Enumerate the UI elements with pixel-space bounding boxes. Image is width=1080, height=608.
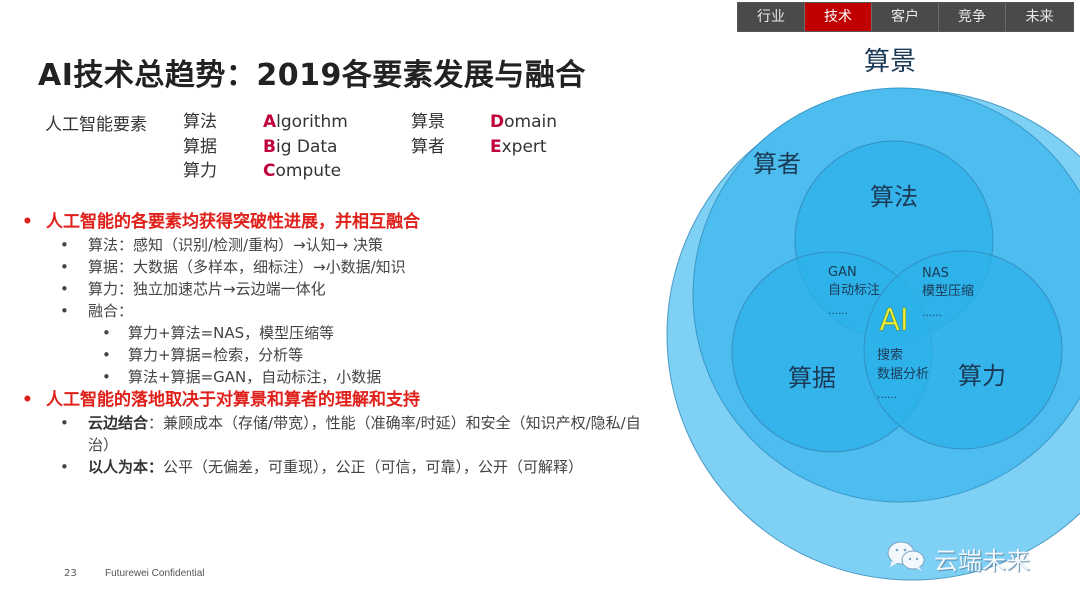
overlap-search-line3: …… <box>877 390 897 401</box>
element-rest: omain <box>504 112 558 132</box>
elements-label: 人工智能要素 <box>45 115 147 135</box>
confidential-label: Futurewei Confidential <box>105 568 205 579</box>
list-item: 以人为本：公平（无偏差，可重现），公正（可信，可靠），公开（可解释） <box>22 456 662 478</box>
center-ai-label: AI <box>879 303 908 338</box>
sub-list-item: 算力+算法=NAS，模型压缩等 <box>22 322 662 344</box>
nav-tab-future[interactable]: 未来 <box>1006 3 1073 31</box>
label-data: 算据 <box>788 364 836 392</box>
list-item: 算据：大数据（多样本，细标注）→小数据/知识 <box>22 256 662 278</box>
label-expert: 算者 <box>753 150 801 178</box>
label-compute: 算力 <box>958 362 1006 390</box>
elements-right-cn: 算景 算者 <box>411 110 445 159</box>
page-number: 23 <box>64 568 77 579</box>
overlap-nas-line2: 模型压缩 <box>922 283 974 299</box>
element-en: Expert <box>490 135 557 160</box>
slide-title: AI技术总趋势：2019各要素发展与融合 <box>38 58 586 93</box>
list-item: 云边结合：兼顾成本（存储/带宽），性能（准确率/时延）和安全（知识产权/隐私/自… <box>22 412 662 456</box>
item-text: 公平（无偏差，可重现），公正（可信，可靠），公开（可解释） <box>163 458 584 476</box>
overlap-gan-line2: 自动标注 <box>828 283 880 298</box>
overlap-gan-line3: …… <box>828 306 848 317</box>
nav-tab-industry[interactable]: 行业 <box>738 3 805 31</box>
element-initial: D <box>490 112 505 132</box>
top-nav: 行业 技术 客户 竞争 未来 <box>737 2 1074 32</box>
overlap-search-line2: 数据分析 <box>877 367 929 382</box>
element-cn: 算景 <box>411 112 445 132</box>
element-rest: lgorithm <box>276 112 348 132</box>
label-algorithm: 算法 <box>870 183 918 211</box>
element-initial: E <box>490 136 502 157</box>
element-rest: xpert <box>501 136 547 157</box>
item-text: ：兼顾成本（存储/带宽），性能（准确率/时延）和安全（知识产权/隐私/自治） <box>88 414 641 454</box>
element-cn: 算力 <box>183 161 217 181</box>
list-item: 融合： <box>22 300 662 322</box>
element-en: Domain <box>490 110 557 135</box>
element-rest: ompute <box>275 161 342 181</box>
section-heading: 人工智能的落地取决于对算景和算者的理解和支持 <box>22 388 662 412</box>
section-heading: 人工智能的各要素均获得突破性进展，并相互融合 <box>22 210 662 234</box>
element-cn: 算者 <box>411 136 445 157</box>
overlap-search-line1: 搜索 <box>877 348 903 363</box>
sub-list-item: 算法+算据=GAN，自动标注，小数据 <box>22 366 662 388</box>
element-cn: 算据 <box>183 136 217 157</box>
elements-right-en: Domain Expert <box>490 110 557 159</box>
elements-left-en: Algorithm Big Data Compute <box>263 110 348 184</box>
element-initial: C <box>263 161 276 181</box>
element-en: Compute <box>263 159 348 184</box>
overlap-gan-line1: GAN <box>828 265 857 280</box>
watermark-text: 云端未来 <box>934 546 1030 575</box>
nav-tab-customer[interactable]: 客户 <box>872 3 939 31</box>
overlap-nas-line3: …… <box>922 308 942 319</box>
element-initial: B <box>263 136 276 157</box>
bullet-list: 人工智能的各要素均获得突破性进展，并相互融合 算法：感知（识别/检测/重构）→认… <box>22 210 662 478</box>
overlap-nas-line1: NAS <box>922 266 949 281</box>
item-bold: 以人为本： <box>88 458 164 476</box>
element-cn: 算法 <box>183 112 217 132</box>
item-bold: 云边结合 <box>88 414 149 432</box>
element-initial: A <box>263 112 277 132</box>
watermark: 云端未来 <box>886 540 1030 576</box>
nav-tab-competition[interactable]: 竞争 <box>939 3 1006 31</box>
list-item: 算法：感知（识别/检测/重构）→认知→ 决策 <box>22 234 662 256</box>
element-en: Big Data <box>263 135 348 160</box>
list-item: 算力：独立加速芯片→云边端一体化 <box>22 278 662 300</box>
label-domain: 算景 <box>864 47 916 77</box>
elements-left-cn: 算法 算据 算力 <box>183 110 217 184</box>
element-rest: ig Data <box>275 136 338 157</box>
wechat-icon <box>886 540 926 576</box>
nav-tab-technology[interactable]: 技术 <box>805 3 872 31</box>
element-en: Algorithm <box>263 110 348 135</box>
sub-list-item: 算力+算据=检索，分析等 <box>22 344 662 366</box>
